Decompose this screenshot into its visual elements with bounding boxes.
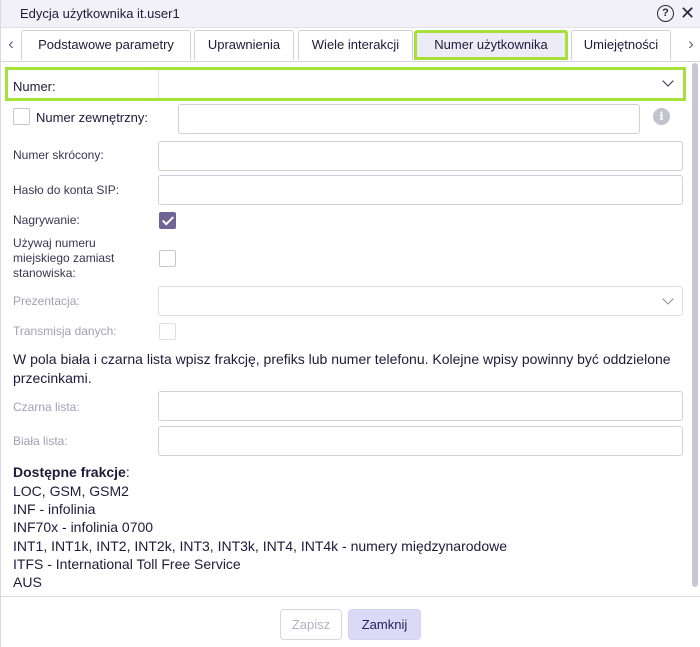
data-transmission-label: Transmisja danych: (13, 324, 117, 338)
title-bar: Edycja użytkownika it.user1 ? ✕ (1, 0, 700, 28)
data-transmission-checkbox[interactable] (159, 323, 176, 340)
recording-checkbox[interactable] (159, 212, 176, 229)
dialog-title: Edycja użytkownika it.user1 (20, 6, 180, 21)
short-number-label: Numer skrócony: (13, 148, 104, 162)
city-number-label-line3: stanowiska: (13, 266, 76, 280)
fractions-title-colon: : (125, 464, 130, 480)
presentation-label: Prezentacja: (13, 294, 80, 308)
city-number-label-line2: miejskiego zamiast (13, 251, 115, 265)
vertical-scrollbar[interactable] (692, 63, 698, 587)
tab-multiple-interactions[interactable]: Wiele interakcji (298, 30, 413, 60)
external-number-input[interactable] (178, 104, 640, 134)
recording-label: Nagrywanie: (13, 213, 80, 227)
city-number-checkbox[interactable] (159, 250, 176, 267)
fraction-line: AUS (13, 574, 42, 590)
number-label: Numer: (13, 79, 56, 94)
tab-scroll-right-icon[interactable]: › (683, 28, 699, 62)
fraction-line: LOC, GSM, GSM2 (13, 483, 129, 499)
tab-permissions[interactable]: Uprawnienia (194, 30, 294, 60)
number-select[interactable]: Numer: (5, 67, 686, 101)
short-number-input[interactable] (158, 141, 683, 171)
whitelist-input[interactable] (158, 426, 683, 456)
fraction-line: INF - infolinia (13, 501, 96, 517)
fraction-line: INF70x - infolinia 0700 (13, 519, 154, 535)
lists-instruction-text: W pola biała i czarna lista wpisz frakcj… (13, 351, 671, 386)
presentation-chevron-down-icon[interactable] (662, 293, 674, 305)
tab-user-number[interactable]: Numer użytkownika (414, 30, 568, 60)
city-number-label-line1: Używaj numeru (13, 236, 96, 250)
tab-skills[interactable]: Umiejętności (571, 30, 671, 60)
edit-user-dialog: Edycja użytkownika it.user1 ? ✕ ‹ Podsta… (0, 0, 700, 647)
number-select-divider (158, 70, 159, 98)
dialog-footer: Zapisz Zamknij (1, 596, 700, 647)
tab-basic-parameters[interactable]: Podstawowe parametry (21, 30, 191, 60)
blacklist-label: Czarna lista: (13, 400, 80, 414)
blacklist-input[interactable] (158, 391, 683, 421)
fraction-line: INT1, INT1k, INT2, INT2k, INT3, INT3k, I… (13, 538, 508, 554)
fractions-title: Dostępne frakcje: (13, 464, 130, 480)
chevron-down-icon[interactable] (662, 75, 674, 87)
help-icon[interactable]: ? (657, 5, 674, 22)
tab-scroll-left-icon[interactable]: ‹ (3, 28, 19, 62)
info-icon[interactable]: i (653, 108, 670, 125)
presentation-select[interactable] (158, 286, 683, 316)
save-button[interactable]: Zapisz (280, 609, 342, 640)
sip-password-input[interactable] (158, 175, 683, 205)
fraction-line: ITFS - International Toll Free Service (13, 556, 241, 572)
fractions-title-text: Dostępne frakcje (13, 464, 126, 480)
close-icon[interactable]: ✕ (680, 2, 695, 24)
tab-bar: ‹ Podstawowe parametry Uprawnienia Wiele… (1, 28, 700, 62)
external-number-label: Numer zewnętrzny: (36, 110, 148, 125)
whitelist-label: Biała lista: (13, 434, 68, 448)
sip-password-label: Hasło do konta SIP: (13, 183, 120, 197)
external-number-checkbox[interactable] (13, 108, 30, 125)
close-button[interactable]: Zamknij (348, 609, 421, 640)
